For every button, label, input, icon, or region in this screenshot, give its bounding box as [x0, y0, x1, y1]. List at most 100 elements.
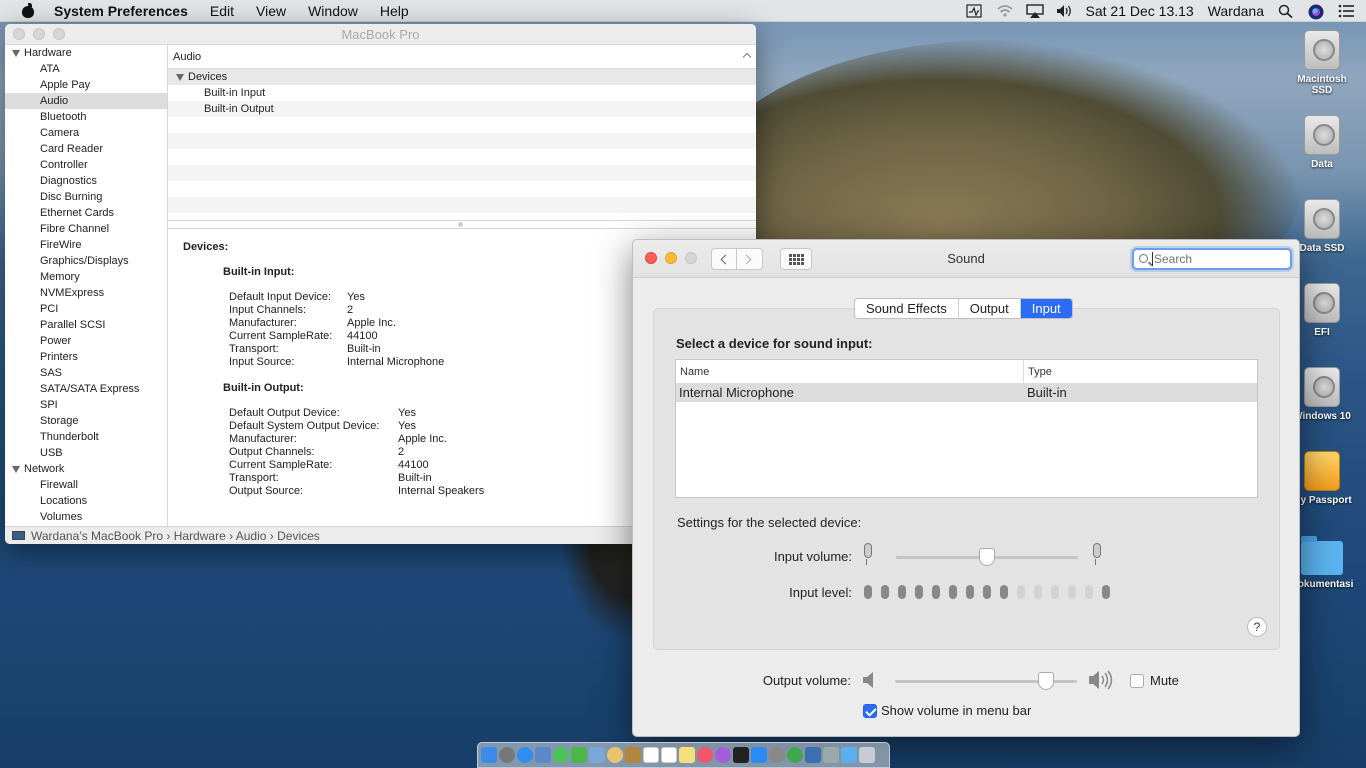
disk-utility-icon[interactable]	[823, 747, 839, 763]
downloads-folder-icon[interactable]	[841, 747, 857, 763]
output-volume-knob[interactable]	[1038, 672, 1055, 690]
window-titlebar[interactable]: MacBook Pro	[5, 24, 756, 45]
sidebar-item-locations[interactable]: Locations	[5, 493, 167, 509]
podcasts-icon[interactable]	[715, 747, 731, 763]
sidebar-group-network[interactable]: Network	[5, 461, 167, 477]
sidebar-item-graphics-displays[interactable]: Graphics/Displays	[5, 253, 167, 269]
sidebar-item-power[interactable]: Power	[5, 333, 167, 349]
activity-monitor-icon[interactable]	[805, 747, 821, 763]
clock[interactable]: Sat 21 Dec 13.13	[1086, 3, 1194, 19]
column-header-type[interactable]: Type	[1024, 360, 1052, 383]
column-header-audio[interactable]: Audio	[168, 45, 756, 69]
sidebar-item-bluetooth[interactable]: Bluetooth	[5, 109, 167, 125]
maps-icon[interactable]	[589, 747, 605, 763]
sidebar-item-memory[interactable]: Memory	[5, 269, 167, 285]
disclosure-triangle-icon[interactable]	[12, 465, 20, 473]
tv-icon[interactable]	[733, 747, 749, 763]
airplay-icon[interactable]	[1025, 4, 1044, 18]
sidebar-item-nvmexpress[interactable]: NVMExpress	[5, 285, 167, 301]
property-key: Default Output Device:	[229, 407, 340, 419]
sidebar-item-audio[interactable]: Audio	[5, 93, 167, 109]
sidebar-group-hardware[interactable]: Hardware	[5, 45, 167, 61]
sidebar-item-diagnostics[interactable]: Diagnostics	[5, 173, 167, 189]
show-volume-checkbox[interactable]	[863, 704, 877, 718]
sort-chevron-icon[interactable]	[742, 52, 752, 62]
menu-window[interactable]: Window	[308, 3, 358, 19]
launchpad-icon[interactable]	[499, 747, 515, 763]
column-header-name[interactable]: Name	[676, 360, 1024, 383]
notes-icon[interactable]	[679, 747, 695, 763]
app-store-icon[interactable]	[751, 747, 767, 763]
table-row[interactable]: Internal Microphone Built-in	[676, 384, 1257, 402]
sidebar-item-spi[interactable]: SPI	[5, 397, 167, 413]
system-preferences-icon[interactable]	[769, 747, 785, 763]
siri-icon[interactable]	[1308, 4, 1324, 20]
chrome-icon[interactable]	[787, 747, 803, 763]
sidebar-item-apple-pay[interactable]: Apple Pay	[5, 77, 167, 93]
sidebar-item-camera[interactable]: Camera	[5, 125, 167, 141]
sidebar-item-card-reader[interactable]: Card Reader	[5, 141, 167, 157]
zoom-button[interactable]	[53, 28, 65, 40]
menu-edit[interactable]: Edit	[210, 3, 234, 19]
sidebar-item-parallel-scsi[interactable]: Parallel SCSI	[5, 317, 167, 333]
photos-icon[interactable]	[607, 747, 623, 763]
breadcrumb[interactable]: Wardana’s MacBook Pro › Hardware › Audio…	[31, 529, 320, 543]
calendar-icon[interactable]	[643, 747, 659, 763]
disclosure-triangle-icon[interactable]	[176, 73, 184, 81]
minimize-button[interactable]	[33, 28, 45, 40]
spotlight-search-icon[interactable]	[1278, 4, 1294, 19]
menu-app-name[interactable]: System Preferences	[54, 3, 188, 19]
tab-output[interactable]: Output	[959, 299, 1021, 318]
disclosure-triangle-icon[interactable]	[12, 49, 20, 57]
sidebar-item-printers[interactable]: Printers	[5, 349, 167, 365]
tree-item-built-in-input[interactable]: Built-in Input	[168, 85, 756, 101]
sidebar-item-thunderbolt[interactable]: Thunderbolt	[5, 429, 167, 445]
mute-checkbox[interactable]	[1130, 674, 1144, 688]
window-titlebar[interactable]: Sound	[633, 240, 1299, 278]
music-icon[interactable]	[697, 747, 713, 763]
wifi-icon[interactable]	[996, 4, 1013, 18]
sidebar-item-firewire[interactable]: FireWire	[5, 237, 167, 253]
mail-icon[interactable]	[535, 747, 551, 763]
tree-group-devices[interactable]: Devices	[168, 69, 756, 85]
tree-item-built-in-output[interactable]: Built-in Output	[168, 101, 756, 117]
safari-icon[interactable]	[517, 747, 533, 763]
sidebar-item-usb[interactable]: USB	[5, 445, 167, 461]
tab-sound-effects[interactable]: Sound Effects	[855, 299, 959, 318]
reminders-icon[interactable]	[661, 747, 677, 763]
sidebar-item-sata-sata-express[interactable]: SATA/SATA Express	[5, 381, 167, 397]
notification-center-icon[interactable]	[1338, 4, 1354, 18]
input-volume-knob[interactable]	[979, 548, 995, 566]
desktop-icon-data[interactable]: Data	[1287, 115, 1357, 170]
sidebar-item-disc-burning[interactable]: Disc Burning	[5, 189, 167, 205]
pane-splitter[interactable]	[168, 221, 756, 229]
help-button[interactable]: ?	[1247, 617, 1267, 637]
menu-view[interactable]: View	[256, 3, 286, 19]
sidebar-item-storage[interactable]: Storage	[5, 413, 167, 429]
sidebar-item-controller[interactable]: Controller	[5, 157, 167, 173]
sidebar-item-volumes[interactable]: Volumes	[5, 509, 167, 525]
desktop-icon-macintosh-ssd[interactable]: Macintosh SSD	[1287, 30, 1357, 96]
tab-input[interactable]: Input	[1020, 299, 1072, 318]
search-field[interactable]	[1132, 248, 1292, 270]
search-input[interactable]	[1152, 252, 1282, 266]
sidebar-item-ethernet-cards[interactable]: Ethernet Cards	[5, 205, 167, 221]
sidebar-item-fibre-channel[interactable]: Fibre Channel	[5, 221, 167, 237]
facetime-icon[interactable]	[571, 747, 587, 763]
sidebar-item-pci[interactable]: PCI	[5, 301, 167, 317]
user-name[interactable]: Wardana	[1208, 3, 1264, 19]
menu-help[interactable]: Help	[380, 3, 409, 19]
activity-monitor-icon[interactable]	[965, 4, 982, 18]
volume-icon[interactable]	[1056, 4, 1072, 18]
contacts-icon[interactable]	[625, 747, 641, 763]
messages-icon[interactable]	[553, 747, 569, 763]
mute-label[interactable]: Mute	[1150, 673, 1179, 688]
trash-icon[interactable]	[859, 747, 875, 763]
sidebar-item-sas[interactable]: SAS	[5, 365, 167, 381]
close-button[interactable]	[13, 28, 25, 40]
apple-menu-icon[interactable]	[19, 2, 39, 19]
sidebar-item-ata[interactable]: ATA	[5, 61, 167, 77]
show-volume-label[interactable]: Show volume in menu bar	[881, 703, 1031, 718]
finder-icon[interactable]	[481, 747, 497, 763]
sidebar-item-firewall[interactable]: Firewall	[5, 477, 167, 493]
